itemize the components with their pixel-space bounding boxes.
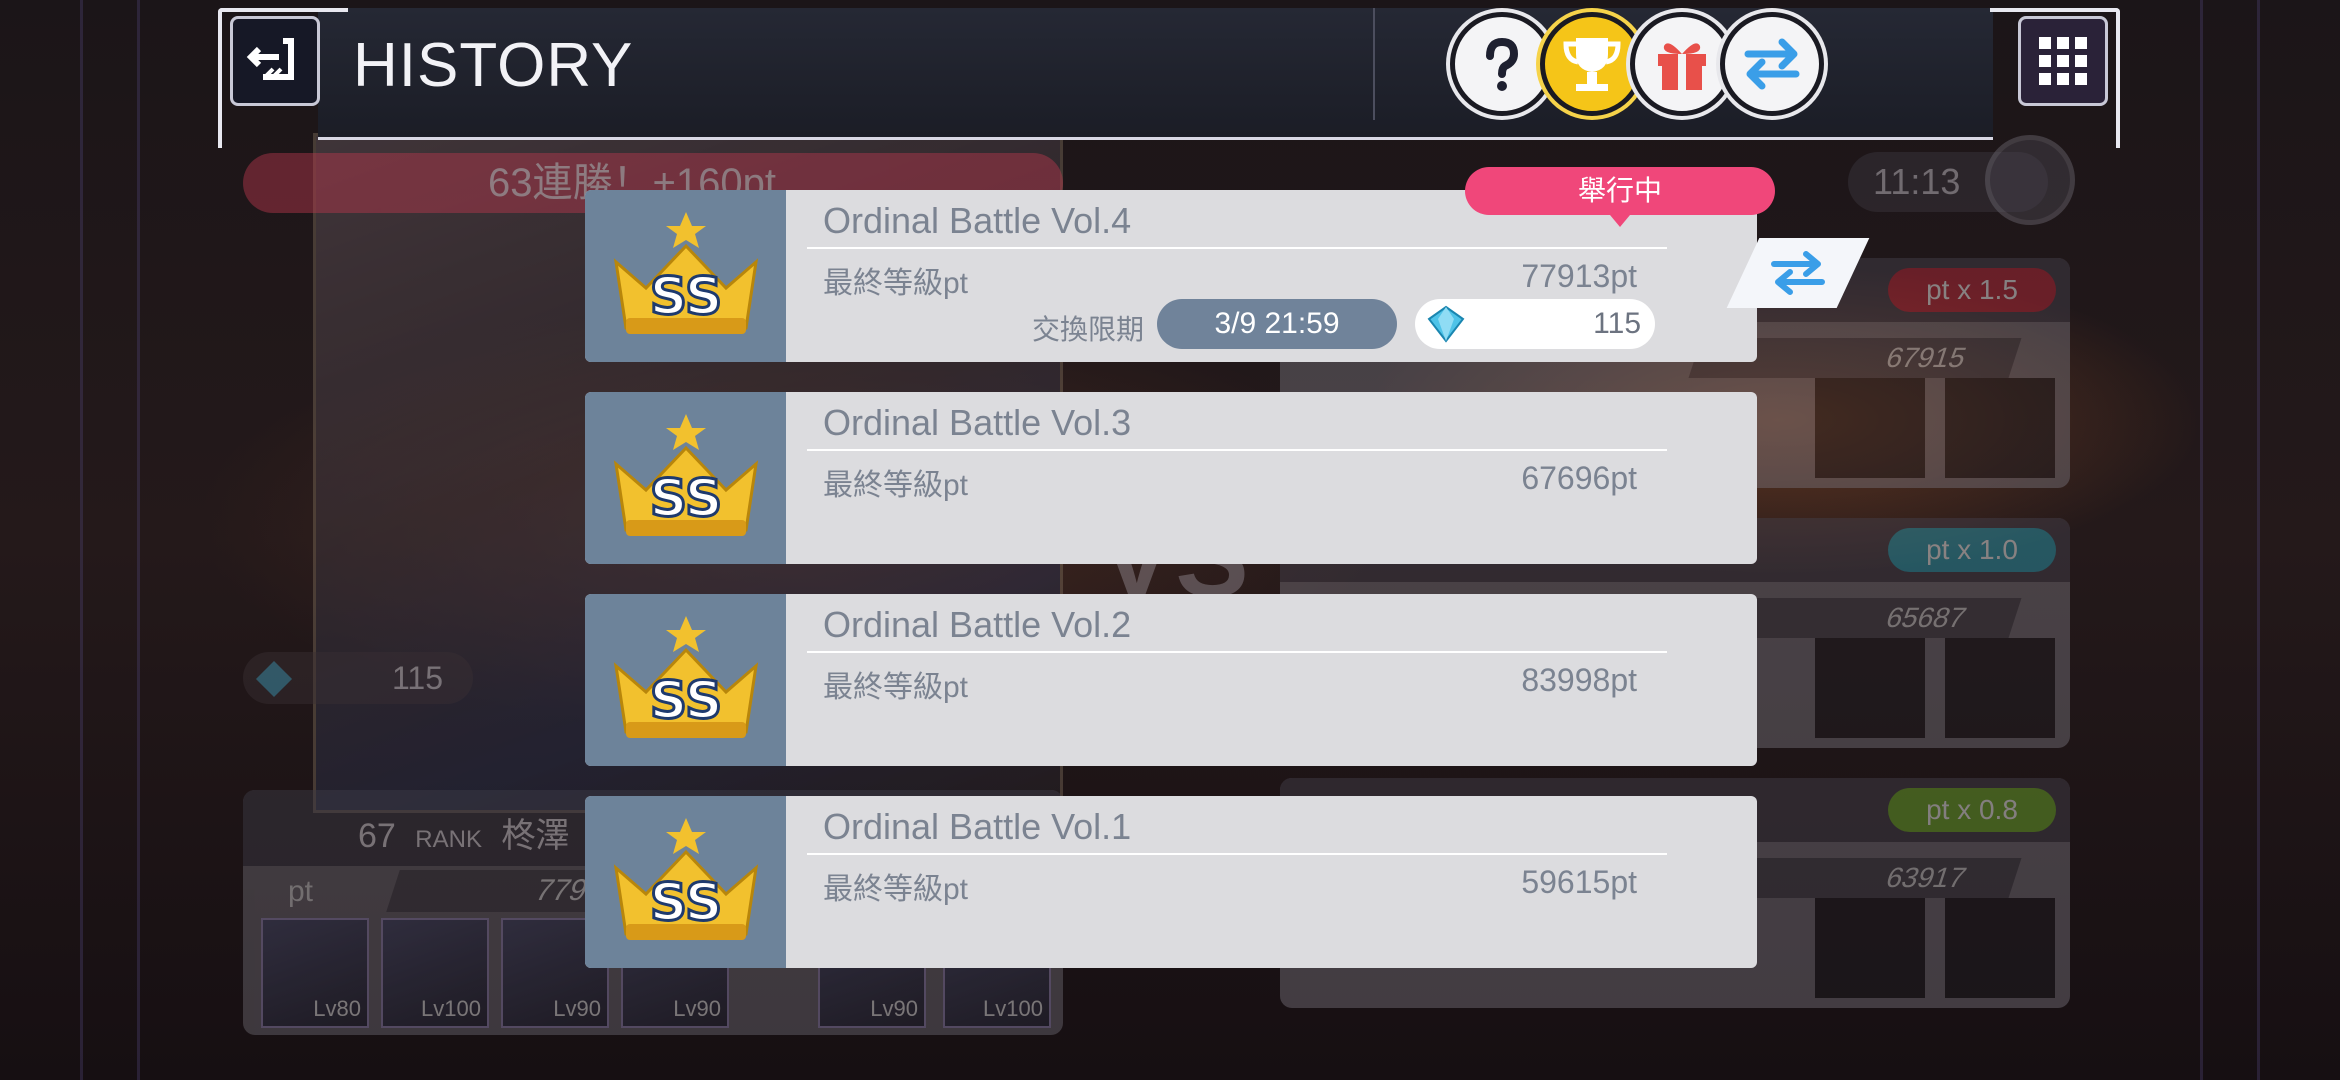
player-name: 柊澤 — [501, 817, 570, 855]
ss-crown-icon: SS — [613, 818, 758, 940]
left-rail — [80, 0, 140, 1080]
grade-badge: SS — [585, 796, 786, 968]
gem-count: 115 — [1415, 299, 1655, 349]
exchange-button[interactable] — [1720, 12, 1824, 116]
history-entry[interactable]: SS Ordinal Battle Vol.2 最終等級pt 83998pt — [585, 594, 1757, 766]
grade-badge: SS — [585, 392, 786, 564]
gift-icon — [1658, 43, 1706, 90]
grade-badge: SS — [585, 190, 786, 362]
help-icon — [1486, 37, 1519, 91]
empty-slot — [1945, 638, 2055, 738]
final-pt-value: 83998pt — [1521, 662, 1637, 698]
exchange-deadline-label: 交換限期 — [1032, 314, 1145, 345]
exchange-icon — [1771, 251, 1825, 295]
gift-button[interactable] — [1630, 12, 1734, 116]
menu-grid-icon — [2039, 37, 2051, 49]
help-button[interactable] — [1450, 12, 1554, 116]
player-pt-label: pt — [288, 875, 314, 908]
empty-slot — [1945, 378, 2055, 478]
svg-text:SS: SS — [649, 873, 722, 933]
grade-badge: SS — [585, 594, 786, 766]
exchange-deadline: 3/9 21:59 — [1157, 299, 1397, 349]
event-title: Ordinal Battle Vol.1 — [823, 806, 1132, 847]
gem-balance-value: 115 — [391, 660, 443, 696]
menu-button[interactable] — [2018, 16, 2108, 106]
player-rank: 67 — [358, 817, 396, 855]
player-card: Lv100 — [381, 918, 489, 1028]
ss-crown-icon: SS — [613, 414, 758, 536]
final-pt-value: 77913pt — [1521, 258, 1637, 294]
gem-count-value: 115 — [1593, 307, 1641, 340]
empty-slot — [1815, 898, 1925, 998]
final-pt-label: 最終等級pt — [823, 873, 969, 906]
header-bar: HISTORY — [218, 8, 2120, 148]
gem-icon — [255, 660, 293, 698]
title-underline — [807, 247, 1667, 249]
history-entry[interactable]: SS Ordinal Battle Vol.4 最終等級pt 77913pt 交… — [585, 167, 1870, 362]
svg-text:SS: SS — [649, 671, 722, 731]
final-pt-label: 最終等級pt — [823, 469, 969, 502]
title-underline — [807, 651, 1667, 653]
ongoing-badge: 舉行中 — [1465, 167, 1775, 227]
event-title: Ordinal Battle Vol.2 — [823, 604, 1132, 645]
final-pt-label: 最終等級pt — [823, 267, 969, 300]
diamond-icon — [1427, 305, 1465, 343]
ss-crown-icon: SS — [613, 212, 758, 334]
empty-slot — [1945, 898, 2055, 998]
pt-multiplier: pt x 0.8 — [1888, 788, 2056, 832]
history-entry[interactable]: SS Ordinal Battle Vol.1 最終等級pt 59615pt — [585, 796, 1757, 968]
svg-text:SS: SS — [649, 469, 722, 529]
page-title: HISTORY — [353, 31, 634, 100]
event-title: Ordinal Battle Vol.4 — [823, 200, 1132, 241]
ss-crown-icon: SS — [613, 616, 758, 738]
empty-slot — [1815, 378, 1925, 478]
empty-slot — [1815, 638, 1925, 738]
back-icon — [246, 38, 294, 80]
pt-multiplier: pt x 1.0 — [1888, 528, 2056, 572]
history-entry[interactable]: SS Ordinal Battle Vol.3 最終等級pt 67696pt — [585, 392, 1757, 564]
trophy-icon — [1563, 38, 1621, 91]
title-underline — [807, 853, 1667, 855]
player-rank-label: RANK — [415, 826, 482, 853]
gem-balance: 115 — [243, 652, 473, 704]
svg-text:SS: SS — [649, 267, 722, 327]
header-divider — [1373, 8, 1375, 120]
event-title: Ordinal Battle Vol.3 — [823, 402, 1132, 443]
refresh-icon[interactable] — [1985, 135, 2075, 225]
pt-multiplier: pt x 1.5 — [1888, 268, 2056, 312]
title-underline — [807, 449, 1667, 451]
right-rail — [2200, 0, 2260, 1080]
back-button[interactable] — [230, 16, 320, 106]
ranking-button[interactable] — [1540, 12, 1644, 116]
player-card: Lv80 — [261, 918, 369, 1028]
exchange-icon — [1744, 38, 1800, 90]
final-pt-value: 67696pt — [1521, 460, 1637, 496]
final-pt-value: 59615pt — [1521, 864, 1637, 900]
final-pt-label: 最終等級pt — [823, 671, 969, 704]
